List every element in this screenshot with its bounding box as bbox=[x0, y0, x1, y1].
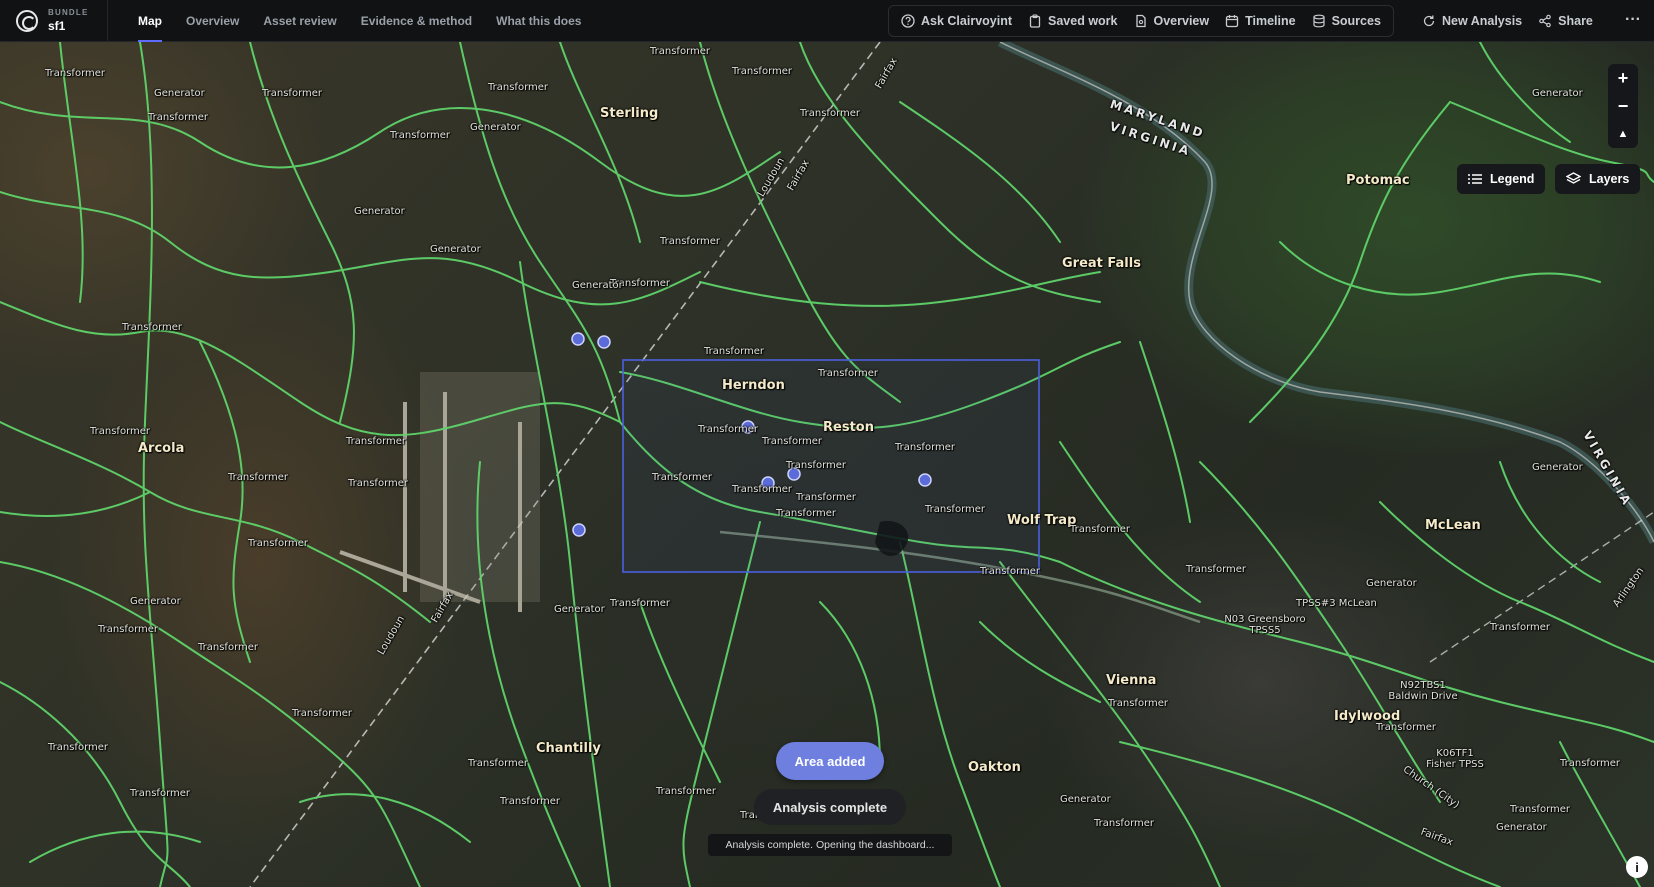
asset-marker bbox=[571, 332, 585, 346]
more-menu-icon[interactable]: ··· bbox=[1622, 10, 1644, 32]
share-button[interactable]: Share bbox=[1530, 7, 1601, 35]
main-nav: Map Overview Asset review Evidence & met… bbox=[126, 0, 593, 42]
brand-kicker: BUNDLE bbox=[48, 8, 89, 17]
clairvoyint-logo-icon bbox=[16, 9, 38, 32]
brand-text: BUNDLE sf1 bbox=[48, 8, 89, 33]
asset-marker bbox=[572, 523, 586, 537]
list-icon bbox=[1468, 174, 1482, 184]
tab-overview[interactable]: Overview bbox=[174, 0, 251, 42]
share-label: Share bbox=[1558, 14, 1593, 28]
overview-button[interactable]: Overview bbox=[1126, 7, 1218, 35]
tab-map[interactable]: Map bbox=[126, 0, 174, 42]
saved-work-label: Saved work bbox=[1048, 14, 1118, 28]
saved-work-button[interactable]: Saved work bbox=[1020, 7, 1125, 35]
refresh-icon bbox=[1423, 15, 1435, 27]
help-circle-icon bbox=[901, 14, 915, 28]
database-icon bbox=[1312, 14, 1325, 28]
new-analysis-label: New Analysis bbox=[1442, 14, 1523, 28]
layers-button[interactable]: Layers bbox=[1555, 164, 1641, 194]
asset-marker bbox=[787, 467, 801, 481]
new-analysis-button[interactable]: New Analysis bbox=[1414, 7, 1530, 35]
ask-clairvoyint-button[interactable]: Ask Clairvoyint bbox=[893, 7, 1020, 35]
overview-label: Overview bbox=[1153, 14, 1210, 28]
asset-marker bbox=[918, 473, 932, 487]
legend-label: Legend bbox=[1490, 172, 1535, 186]
timeline-button[interactable]: Timeline bbox=[1217, 7, 1303, 35]
bundle-name: sf1 bbox=[48, 19, 66, 33]
tab-evidence-method[interactable]: Evidence & method bbox=[349, 0, 484, 42]
clipboard-icon bbox=[1029, 14, 1041, 28]
zoom-out-button[interactable]: − bbox=[1608, 92, 1638, 120]
compass-reset-button[interactable]: ▲ bbox=[1608, 120, 1638, 148]
analysis-complete-badge: Analysis complete bbox=[754, 789, 906, 825]
toolbar: Ask Clairvoyint Saved work Overview Time… bbox=[888, 5, 1394, 37]
zoom-controls: + − ▲ bbox=[1608, 64, 1638, 148]
sources-button[interactable]: Sources bbox=[1304, 7, 1389, 35]
airport bbox=[339, 372, 540, 612]
tab-asset-review[interactable]: Asset review bbox=[251, 0, 348, 42]
status-toast: Analysis complete. Opening the dashboard… bbox=[708, 834, 952, 856]
layers-label: Layers bbox=[1589, 172, 1630, 186]
zoom-in-button[interactable]: + bbox=[1608, 64, 1638, 92]
document-icon bbox=[1135, 14, 1146, 28]
area-added-button[interactable]: Area added bbox=[776, 742, 884, 780]
info-icon[interactable]: i bbox=[1626, 856, 1648, 878]
brand[interactable]: BUNDLE sf1 bbox=[0, 0, 108, 42]
right-actions: New Analysis Share bbox=[1414, 5, 1601, 37]
sources-label: Sources bbox=[1331, 14, 1381, 28]
legend-button[interactable]: Legend bbox=[1457, 164, 1546, 194]
top-bar: BUNDLE sf1 Map Overview Asset review Evi… bbox=[0, 0, 1654, 42]
calendar-icon bbox=[1225, 15, 1239, 28]
layers-icon bbox=[1566, 172, 1581, 184]
asset-marker bbox=[761, 476, 775, 490]
tab-what-this-does[interactable]: What this does bbox=[484, 0, 593, 42]
asset-marker bbox=[741, 420, 755, 434]
asset-marker bbox=[597, 335, 611, 349]
timeline-label: Timeline bbox=[1245, 14, 1296, 28]
share-icon bbox=[1539, 14, 1551, 28]
potomac-river bbox=[997, 42, 1654, 544]
selected-area bbox=[622, 359, 1040, 573]
ask-clairvoyint-label: Ask Clairvoyint bbox=[921, 14, 1013, 28]
